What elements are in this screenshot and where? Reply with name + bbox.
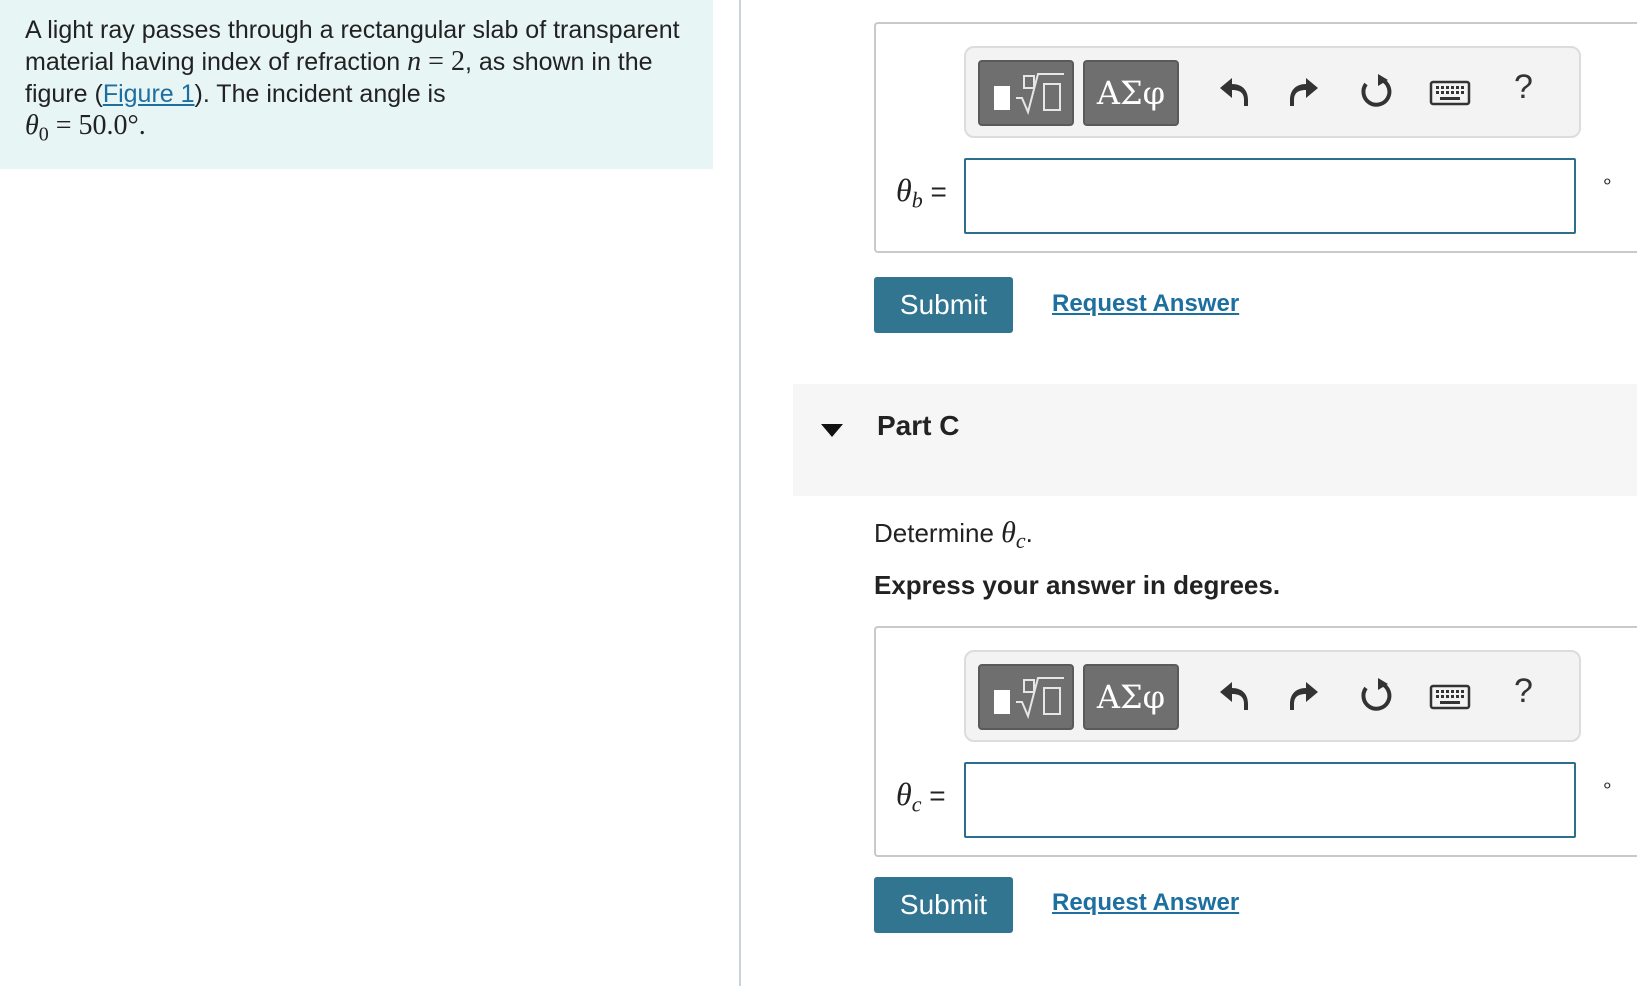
determine-symbol: θ xyxy=(1001,516,1016,549)
equals-b: = xyxy=(922,176,947,207)
problem-statement: A light ray passes through a rectangular… xyxy=(25,14,705,151)
answer-input-c[interactable] xyxy=(964,762,1576,838)
theta0-symbol: θ0 xyxy=(25,110,49,146)
panel-divider xyxy=(739,0,741,986)
determine-suffix: . xyxy=(1025,518,1033,548)
collapse-caret-icon[interactable] xyxy=(821,424,843,437)
var-sub-b: b xyxy=(911,187,923,213)
undo-icon[interactable] xyxy=(1214,674,1254,718)
theta0-value: = 50.0°. xyxy=(48,110,146,141)
help-button[interactable]: ? xyxy=(1514,672,1533,711)
math-toolbar-c: ΑΣφ ? xyxy=(964,650,1581,742)
part-c-title: Part C xyxy=(877,410,960,441)
answer-label-b: θb = xyxy=(896,172,947,214)
greek-symbols-button[interactable]: ΑΣφ xyxy=(1083,60,1179,126)
n-value: = 2 xyxy=(421,46,465,77)
keyboard-icon[interactable] xyxy=(1428,70,1474,114)
answer-label-c: θc = xyxy=(896,776,946,818)
degree-unit-b: ∘ xyxy=(1601,171,1614,193)
template-icon xyxy=(994,677,1064,720)
equals-c: = xyxy=(921,780,946,811)
part-c-header[interactable]: Part C xyxy=(793,384,1637,496)
template-button[interactable] xyxy=(978,60,1074,126)
part-c-instruction: Express your answer in degrees. xyxy=(874,570,1281,600)
figure-link[interactable]: Figure 1 xyxy=(103,80,195,108)
undo-icon[interactable] xyxy=(1214,70,1254,114)
problem-text-3: ). The incident angle is xyxy=(194,80,446,108)
request-answer-link-b[interactable]: Request Answer xyxy=(1052,290,1239,318)
redo-icon[interactable] xyxy=(1284,674,1324,718)
determine-prefix: Determine xyxy=(874,518,1002,548)
keyboard-icon[interactable] xyxy=(1428,674,1474,718)
reset-icon[interactable] xyxy=(1356,674,1396,718)
template-button[interactable] xyxy=(978,664,1074,730)
math-toolbar-b: ΑΣφ ? xyxy=(964,46,1581,138)
request-answer-link-c[interactable]: Request Answer xyxy=(1052,889,1239,917)
theta0-subscript: 0 xyxy=(38,123,49,146)
n-symbol: n xyxy=(407,46,422,77)
template-icon xyxy=(994,73,1064,116)
part-c-question: Determine θc. xyxy=(874,516,1033,554)
determine-sub: c xyxy=(1015,528,1026,554)
problem-panel: A light ray passes through a rectangular… xyxy=(0,0,713,169)
var-symbol-c: θ xyxy=(896,776,912,812)
greek-symbols-button[interactable]: ΑΣφ xyxy=(1083,664,1179,730)
submit-button-c[interactable]: Submit xyxy=(874,877,1013,933)
degree-unit-c: ∘ xyxy=(1601,775,1614,797)
reset-icon[interactable] xyxy=(1356,70,1396,114)
help-button[interactable]: ? xyxy=(1514,68,1533,107)
submit-button-b[interactable]: Submit xyxy=(874,277,1013,333)
var-symbol-b: θ xyxy=(896,172,912,208)
answer-box-c: ΑΣφ ? θc = ∘ xyxy=(874,626,1637,857)
answer-box-b: ΑΣφ ? θb = ∘ xyxy=(874,22,1637,253)
answer-input-b[interactable] xyxy=(964,158,1576,234)
redo-icon[interactable] xyxy=(1284,70,1324,114)
theta0-letter: θ xyxy=(25,110,39,141)
